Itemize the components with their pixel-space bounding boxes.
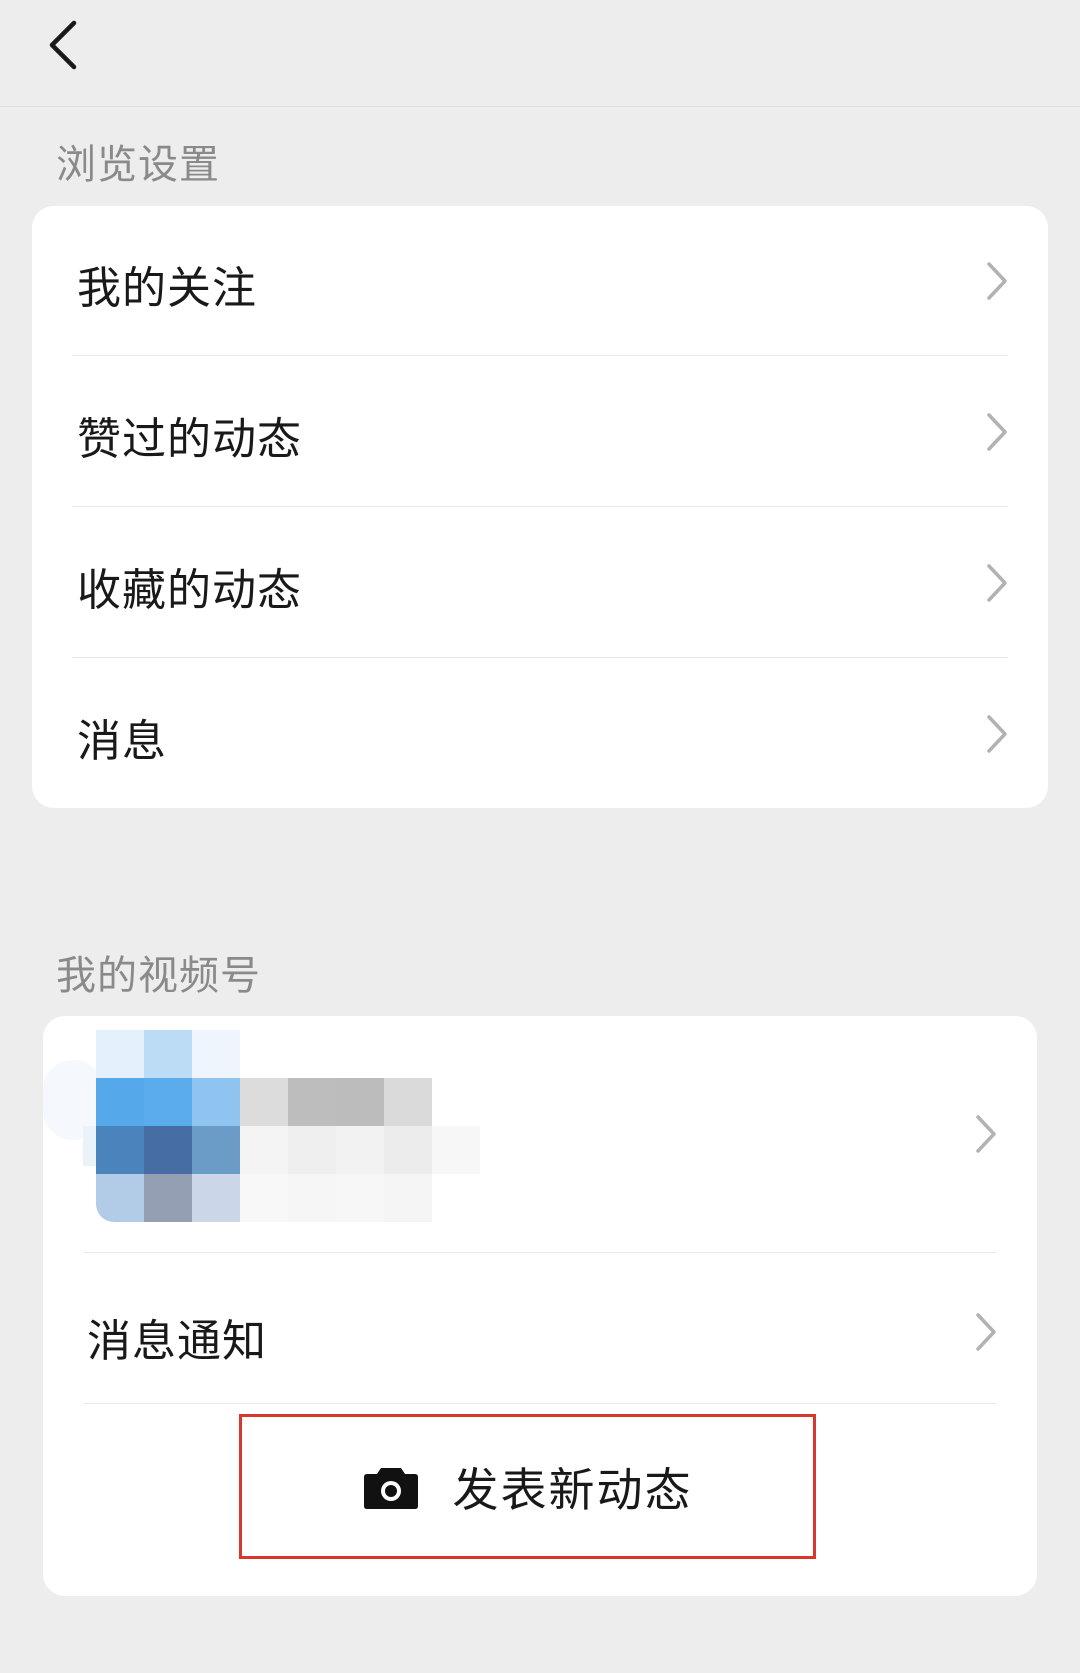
menu-item-messages[interactable]: 消息 bbox=[32, 658, 1048, 808]
chevron-right-icon bbox=[976, 1313, 996, 1351]
menu-item-label: 收藏的动态 bbox=[77, 565, 302, 616]
channel-profile-row[interactable] bbox=[43, 1016, 1037, 1252]
menu-item-message-notifications[interactable]: 消息通知 bbox=[43, 1253, 1037, 1403]
menu-item-label: 我的关注 bbox=[77, 263, 257, 314]
menu-item-following[interactable]: 我的关注 bbox=[32, 206, 1048, 356]
browse-section-title: 浏览设置 bbox=[56, 142, 220, 188]
chevron-right-icon bbox=[976, 1115, 996, 1153]
menu-item-label: 消息 bbox=[77, 716, 167, 767]
menu-item-liked-posts[interactable]: 赞过的动态 bbox=[32, 356, 1048, 507]
chevron-right-icon bbox=[987, 262, 1007, 300]
post-new-moment-button[interactable]: 发表新动态 bbox=[239, 1414, 816, 1559]
top-bar bbox=[0, 0, 1080, 107]
chevron-right-icon bbox=[987, 715, 1007, 753]
divider bbox=[84, 1403, 996, 1404]
channel-section-title: 我的视频号 bbox=[56, 953, 261, 999]
browse-settings-card: 我的关注 赞过的动态 收藏的动态 消息 bbox=[32, 206, 1048, 808]
menu-item-label: 消息通知 bbox=[87, 1316, 267, 1367]
avatar bbox=[43, 1030, 483, 1236]
menu-item-label: 赞过的动态 bbox=[77, 414, 302, 465]
post-new-moment-label: 发表新动态 bbox=[452, 1462, 693, 1517]
menu-item-favorite-posts[interactable]: 收藏的动态 bbox=[32, 507, 1048, 658]
back-button[interactable] bbox=[28, 10, 98, 80]
chevron-right-icon bbox=[987, 564, 1007, 602]
chevron-right-icon bbox=[987, 413, 1007, 451]
chevron-left-icon bbox=[49, 20, 77, 70]
camera-icon bbox=[363, 1467, 418, 1509]
